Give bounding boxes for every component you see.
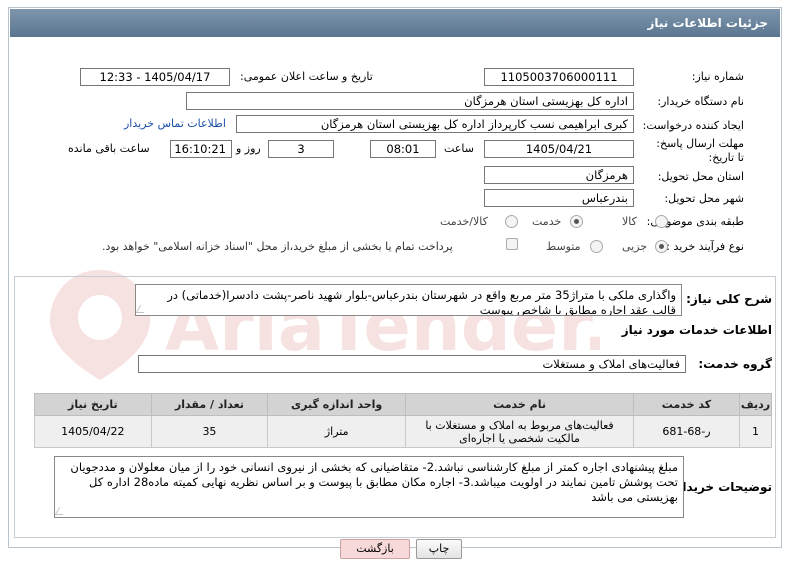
category-goods-service-label: کالا/خدمت: [440, 215, 488, 228]
creator-field[interactable]: کبری ابراهیمی نسب کارپرداز اداره کل بهزی…: [236, 115, 634, 133]
buyer-notes-textarea[interactable]: مبلغ پیشنهادی اجاره کمتر از مبلغ کارشناس…: [54, 456, 684, 518]
category-service-label: خدمت: [532, 215, 562, 228]
back-button[interactable]: بازگشت: [340, 539, 410, 559]
resize-handle[interactable]: [55, 507, 68, 515]
process-medium-radio[interactable]: [590, 240, 603, 253]
col-need-date: تاریخ نیاز: [34, 393, 152, 416]
cell-need-date: 1405/04/22: [34, 415, 152, 448]
creator-label: ایجاد کننده درخواست:: [642, 119, 744, 132]
description-textarea[interactable]: واگذاری ملکی با متراژ35 متر مربع واقع در…: [135, 284, 682, 316]
deadline-time-field[interactable]: 08:01: [370, 140, 436, 158]
category-service-radio[interactable]: [570, 215, 583, 228]
buyer-org-label: نام دستگاه خریدار:: [657, 95, 744, 108]
services-section-title: اطلاعات خدمات مورد نیاز: [621, 323, 772, 337]
days-remaining-field[interactable]: 3: [268, 140, 334, 158]
col-service-name: نام خدمت: [405, 393, 634, 416]
treasury-payment-note: پرداخت تمام یا بخشی از مبلغ خرید،از محل …: [102, 240, 453, 253]
remaining-time-field[interactable]: 16:10:21: [170, 140, 232, 158]
description-text: واگذاری ملکی با متراژ35 متر مربع واقع در…: [167, 288, 676, 316]
resize-handle[interactable]: [136, 305, 149, 313]
city-label: شهر محل تحویل:: [664, 192, 744, 205]
category-goods-label: کالا: [622, 215, 637, 228]
category-goods-service-radio[interactable]: [505, 215, 518, 228]
province-field[interactable]: هرمزگان: [484, 166, 634, 184]
buyer-notes-label: توضیحات خریدار:: [670, 480, 772, 494]
buyer-org-field[interactable]: اداره کل بهزیستی استان هرمزگان: [186, 92, 634, 110]
table-header-row: ردیف کد خدمت نام خدمت واحد اندازه گیری ت…: [34, 393, 773, 416]
panel-title: جزئیات اطلاعات نیاز: [10, 9, 780, 37]
process-minor-label: جزیی: [622, 240, 648, 253]
col-row: ردیف: [738, 393, 773, 416]
cell-quantity: 35: [150, 415, 269, 448]
print-button[interactable]: چاپ: [416, 539, 462, 559]
buyer-notes-text: مبلغ پیشنهادی اجاره کمتر از مبلغ کارشناس…: [70, 460, 678, 504]
need-number-field[interactable]: 1105003706000111: [484, 68, 634, 86]
announce-date-label: تاریخ و ساعت اعلان عمومی:: [240, 70, 373, 83]
services-table: ردیف کد خدمت نام خدمت واحد اندازه گیری ت…: [34, 393, 773, 448]
deadline-time-label: ساعت: [444, 142, 474, 155]
cell-service-code: ر-68-681: [632, 415, 740, 448]
province-label: استان محل تحویل:: [657, 170, 744, 183]
col-quantity: تعداد / مقدار: [150, 393, 269, 416]
cell-row: 1: [738, 415, 773, 448]
table-row[interactable]: 1 ر-68-681 فعالیت‌های مربوط به املاک و م…: [34, 415, 773, 448]
city-field[interactable]: بندرعباس: [484, 189, 634, 207]
announce-date-field[interactable]: 1405/04/17 - 12:33: [80, 68, 230, 86]
category-goods-radio[interactable]: [655, 215, 668, 228]
deadline-label: مهلت ارسال پاسخ: تا تاریخ:: [656, 137, 744, 164]
process-medium-label: متوسط: [546, 240, 581, 253]
deadline-date-field[interactable]: 1405/04/21: [484, 140, 634, 158]
col-unit: واحد اندازه گیری: [267, 393, 407, 416]
process-type-label: نوع فرآیند خرید :: [666, 240, 744, 253]
cell-unit: متراژ: [267, 415, 407, 448]
buyer-contact-link[interactable]: اطلاعات تماس خریدار: [124, 117, 226, 130]
remaining-time-label: ساعت باقی مانده: [68, 142, 150, 155]
service-group-field[interactable]: فعالیت‌های املاک و مستغلات: [138, 355, 686, 373]
cell-service-name: فعالیت‌های مربوط به املاک و مستغلات با م…: [405, 415, 634, 448]
process-minor-radio[interactable]: [655, 240, 668, 253]
treasury-payment-checkbox[interactable]: [506, 238, 518, 250]
days-label: روز و: [236, 142, 261, 155]
col-service-code: کد خدمت: [632, 393, 740, 416]
need-number-label: شماره نیاز:: [691, 70, 744, 83]
description-label: شرح کلی نیاز:: [686, 292, 772, 306]
service-group-label: گروه خدمت:: [698, 357, 772, 371]
